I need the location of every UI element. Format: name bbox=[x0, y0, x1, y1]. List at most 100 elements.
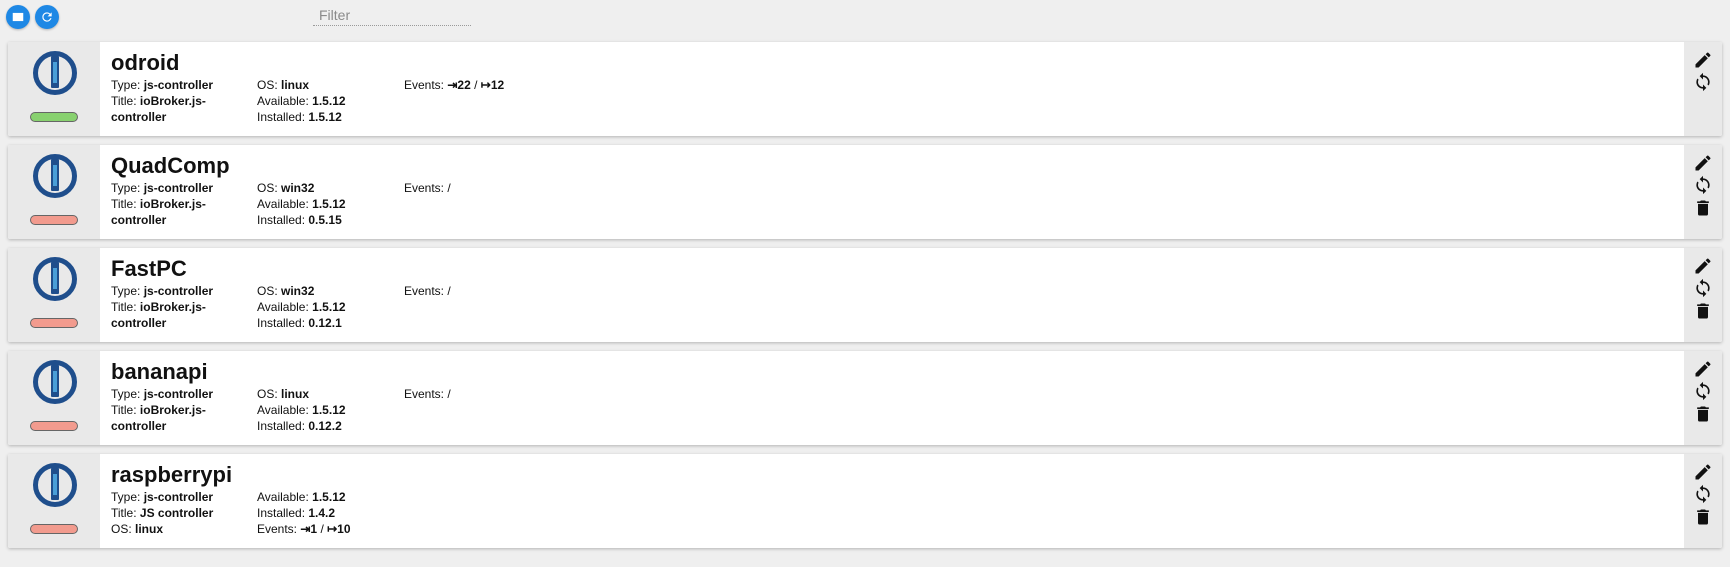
host-info-col1: Type: js-controller Title: ioBroker.js-c… bbox=[111, 386, 231, 434]
host-logo-cell bbox=[8, 248, 100, 342]
host-card: bananapi Type: js-controller Title: ioBr… bbox=[8, 351, 1722, 445]
title-line: Title: ioBroker.js-controller bbox=[111, 300, 206, 330]
host-type: js-controller bbox=[143, 78, 214, 92]
host-available-version: 1.5.12 bbox=[312, 490, 346, 504]
host-actions bbox=[1684, 351, 1722, 445]
type-line: Type: js-controller bbox=[111, 387, 214, 401]
delete-button[interactable] bbox=[1693, 507, 1713, 527]
events-line: Events: ⇥1 / ↦10 bbox=[257, 522, 351, 536]
reload-icon bbox=[1696, 72, 1710, 92]
host-os: win32 bbox=[281, 284, 315, 298]
edit-button[interactable] bbox=[1693, 153, 1713, 173]
host-name: QuadComp bbox=[111, 153, 230, 178]
host-logo-cell bbox=[8, 42, 100, 136]
host-logo-cell bbox=[8, 145, 100, 239]
host-installed-version: 1.5.12 bbox=[308, 110, 342, 124]
host-name: FastPC bbox=[111, 256, 187, 281]
edit-button[interactable] bbox=[1693, 50, 1713, 70]
os-line: OS: linux bbox=[257, 78, 310, 92]
host-info-col3: Events: / bbox=[404, 283, 604, 299]
type-line: Type: js-controller bbox=[111, 181, 214, 195]
reload-button[interactable] bbox=[1693, 381, 1713, 401]
available-line: Available: 1.5.12 bbox=[257, 403, 346, 417]
events-in: ⇥1 bbox=[300, 522, 318, 536]
os-line: OS: linux bbox=[257, 387, 310, 401]
installed-line: Installed: 0.12.1 bbox=[257, 316, 342, 330]
events-out: ↦10 bbox=[327, 522, 351, 536]
reload-icon bbox=[1696, 381, 1710, 401]
host-actions bbox=[1684, 454, 1722, 548]
host-status-indicator bbox=[30, 421, 78, 431]
delete-button[interactable] bbox=[1693, 301, 1713, 321]
available-line: Available: 1.5.12 bbox=[257, 94, 346, 108]
tile-view-button[interactable] bbox=[6, 5, 30, 29]
host-os: linux bbox=[281, 387, 310, 401]
host-name: bananapi bbox=[111, 359, 208, 384]
toolbar bbox=[0, 0, 1730, 36]
host-type: js-controller bbox=[143, 181, 214, 195]
title-line: Title: ioBroker.js-controller bbox=[111, 197, 206, 227]
host-info-col1: Type: js-controller Title: ioBroker.js-c… bbox=[111, 180, 231, 228]
host-info-col2: OS: win32 Available: 1.5.12 Installed: 0… bbox=[257, 180, 387, 228]
host-type: js-controller bbox=[143, 490, 214, 504]
refresh-button[interactable] bbox=[35, 5, 59, 29]
host-os: linux bbox=[135, 522, 164, 536]
available-line: Available: 1.5.12 bbox=[257, 300, 346, 314]
host-available-version: 1.5.12 bbox=[312, 403, 346, 417]
reload-icon bbox=[1696, 278, 1710, 298]
iobroker-logo-icon bbox=[33, 360, 77, 404]
host-card: raspberrypi Type: js-controller Title: J… bbox=[8, 454, 1722, 548]
reload-button[interactable] bbox=[1693, 278, 1713, 298]
delete-button[interactable] bbox=[1693, 198, 1713, 218]
reload-button[interactable] bbox=[1693, 484, 1713, 504]
host-installed-version: 0.12.1 bbox=[308, 316, 342, 330]
host-installed-version: 0.5.15 bbox=[308, 213, 342, 227]
type-line: Type: js-controller bbox=[111, 78, 214, 92]
installed-line: Installed: 1.4.2 bbox=[257, 506, 336, 520]
pencil-icon bbox=[1695, 155, 1711, 171]
installed-line: Installed: 0.12.2 bbox=[257, 419, 342, 433]
host-logo-cell bbox=[8, 351, 100, 445]
os-line: OS: win32 bbox=[257, 181, 315, 195]
host-info-col3: Events: ⇥22 / ↦12 bbox=[404, 77, 604, 93]
trash-icon bbox=[1697, 509, 1709, 525]
reload-icon bbox=[1696, 175, 1710, 195]
host-info-col3: Events: / bbox=[404, 180, 604, 196]
events-out: ↦12 bbox=[480, 78, 505, 92]
os-line: OS: linux bbox=[111, 522, 164, 536]
type-line: Type: js-controller bbox=[111, 490, 214, 504]
host-info-col3: Events: / bbox=[404, 386, 604, 402]
reload-button[interactable] bbox=[1693, 72, 1713, 92]
host-name: odroid bbox=[111, 50, 180, 75]
title-line: Title: ioBroker.js-controller bbox=[111, 403, 206, 433]
host-logo-cell bbox=[8, 454, 100, 548]
filter-field bbox=[313, 4, 471, 26]
host-card: odroid Type: js-controller Title: ioBrok… bbox=[8, 42, 1722, 136]
host-available-version: 1.5.12 bbox=[312, 300, 346, 314]
trash-icon bbox=[1697, 303, 1709, 319]
host-os: win32 bbox=[281, 181, 315, 195]
filter-input[interactable] bbox=[313, 4, 471, 26]
host-title: JS controller bbox=[139, 506, 214, 520]
pencil-icon bbox=[1695, 464, 1711, 480]
host-installed-version: 1.4.2 bbox=[308, 506, 336, 520]
edit-button[interactable] bbox=[1693, 256, 1713, 276]
host-status-indicator bbox=[30, 215, 78, 225]
host-list: odroid Type: js-controller Title: ioBrok… bbox=[8, 42, 1722, 557]
iobroker-logo-icon bbox=[33, 154, 77, 198]
events-in: ⇥22 bbox=[447, 78, 471, 92]
edit-button[interactable] bbox=[1693, 359, 1713, 379]
reload-button[interactable] bbox=[1693, 175, 1713, 195]
host-info-col1: Type: js-controller Title: ioBroker.js-c… bbox=[111, 77, 231, 125]
pencil-icon bbox=[1695, 361, 1711, 377]
host-card: FastPC Type: js-controller Title: ioBrok… bbox=[8, 248, 1722, 342]
host-installed-version: 0.12.2 bbox=[308, 419, 342, 433]
host-actions bbox=[1684, 42, 1722, 136]
reload-icon bbox=[1696, 484, 1710, 504]
host-info-col2: OS: win32 Available: 1.5.12 Installed: 0… bbox=[257, 283, 387, 331]
host-status-indicator bbox=[30, 524, 78, 534]
edit-button[interactable] bbox=[1693, 462, 1713, 482]
type-line: Type: js-controller bbox=[111, 284, 214, 298]
refresh-icon bbox=[42, 12, 52, 22]
delete-button[interactable] bbox=[1693, 404, 1713, 424]
